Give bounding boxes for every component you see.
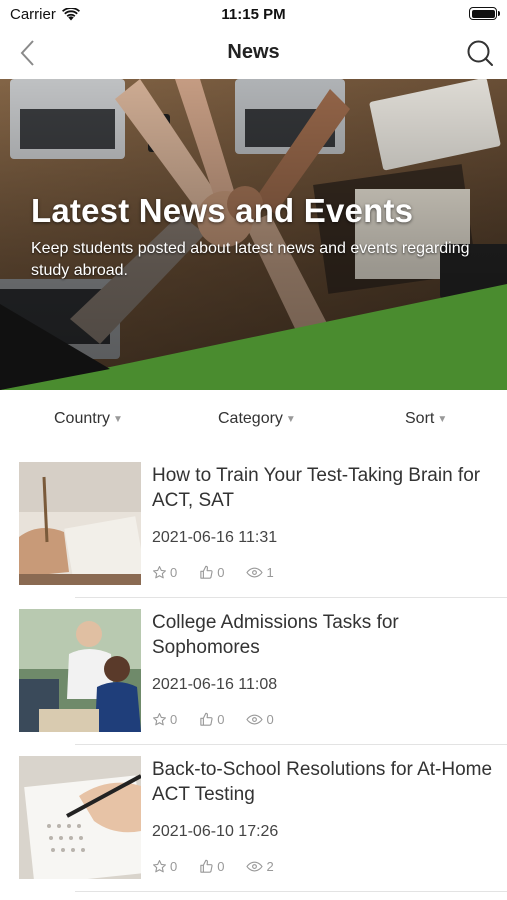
country-filter[interactable]: Country ▼ xyxy=(54,410,123,428)
favorite-count: 0 xyxy=(170,712,178,727)
hero-banner: Latest News and Events Keep students pos… xyxy=(0,79,507,390)
favorite-count: 0 xyxy=(170,565,178,580)
news-thumbnail xyxy=(19,756,141,879)
filter-bar: Country ▼ Category ▼ Sort ▼ xyxy=(0,400,507,440)
news-stats: 0 0 2 xyxy=(152,859,296,874)
favorite-count: 0 xyxy=(170,859,178,874)
news-date: 2021-06-10 17:26 xyxy=(152,823,279,840)
news-item[interactable]: How to Train Your Test-Taking Brain for … xyxy=(0,455,507,602)
eye-icon xyxy=(246,567,264,578)
status-bar: Carrier 11:15 PM xyxy=(0,0,507,28)
news-list: How to Train Your Test-Taking Brain for … xyxy=(0,455,507,896)
eye-icon xyxy=(246,861,264,872)
hero-photo xyxy=(0,79,507,390)
eye-icon xyxy=(246,714,264,725)
caret-down-icon: ▼ xyxy=(113,413,123,425)
news-date: 2021-06-16 11:31 xyxy=(152,529,278,546)
star-icon xyxy=(153,860,166,873)
view-stat: 1 xyxy=(246,565,274,580)
news-stats: 0 0 0 xyxy=(152,712,296,727)
news-title: College Admissions Tasks for Sophomores xyxy=(152,612,399,658)
news-item[interactable]: College Admissions Tasks for Sophomores … xyxy=(0,602,507,749)
caret-down-icon: ▼ xyxy=(285,413,296,425)
divider xyxy=(75,891,507,892)
caret-down-icon: ▼ xyxy=(437,413,448,425)
category-filter-label: Category xyxy=(218,410,283,427)
status-time: 11:15 PM xyxy=(221,6,286,23)
like-stat[interactable]: 0 xyxy=(199,565,224,580)
hero-title: Latest News and Events xyxy=(31,192,414,229)
sort-filter[interactable]: Sort ▼ xyxy=(405,410,447,428)
favorite-stat[interactable]: 0 xyxy=(152,712,177,727)
view-count: 1 xyxy=(266,565,274,580)
search-icon xyxy=(467,40,493,66)
news-date: 2021-06-16 11:08 xyxy=(152,676,278,693)
favorite-stat[interactable]: 0 xyxy=(152,565,177,580)
like-count: 0 xyxy=(217,712,225,727)
country-filter-label: Country xyxy=(54,410,111,427)
news-item[interactable]: Back-to-School Resolutions for At-Home A… xyxy=(0,749,507,896)
view-count: 2 xyxy=(266,859,274,874)
favorite-stat[interactable]: 0 xyxy=(152,859,177,874)
like-count: 0 xyxy=(217,565,225,580)
view-stat: 2 xyxy=(246,859,274,874)
news-title: Back-to-School Resolutions for At-Home A… xyxy=(152,759,493,805)
news-title: How to Train Your Test-Taking Brain for … xyxy=(152,465,481,511)
like-stat[interactable]: 0 xyxy=(199,712,224,727)
teacher-student-photo xyxy=(19,609,141,732)
thumbs-up-icon xyxy=(200,565,213,579)
divider xyxy=(75,744,507,745)
nav-bar: News xyxy=(0,28,507,78)
news-thumbnail xyxy=(19,462,141,585)
divider xyxy=(75,597,507,598)
sort-filter-label: Sort xyxy=(405,410,435,427)
answer-sheet-photo xyxy=(19,756,141,879)
news-stats: 0 0 1 xyxy=(152,565,296,580)
student-writing-photo xyxy=(19,462,141,585)
page-title: News xyxy=(227,41,280,63)
star-icon xyxy=(153,566,166,579)
like-stat[interactable]: 0 xyxy=(199,859,224,874)
news-thumbnail xyxy=(19,609,141,732)
like-count: 0 xyxy=(217,859,225,874)
star-icon xyxy=(153,713,166,726)
hero-subtitle: Keep students posted about latest news a… xyxy=(31,240,470,279)
search-button[interactable] xyxy=(465,38,495,68)
thumbs-up-icon xyxy=(200,859,213,873)
category-filter[interactable]: Category ▼ xyxy=(218,410,296,428)
view-count: 0 xyxy=(266,712,274,727)
battery-icon xyxy=(469,7,500,20)
thumbs-up-icon xyxy=(200,712,213,726)
view-stat: 0 xyxy=(246,712,274,727)
